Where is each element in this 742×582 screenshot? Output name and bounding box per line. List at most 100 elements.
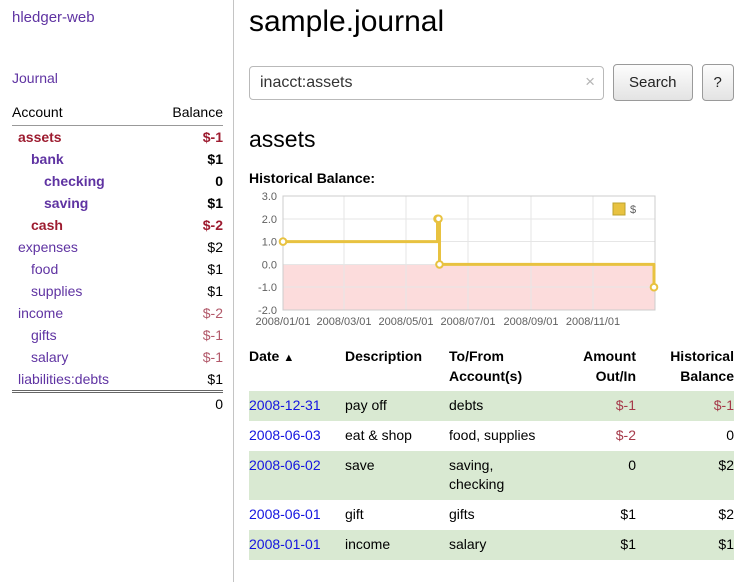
- column-header-amount[interactable]: Amount Out/In: [567, 345, 644, 391]
- accounts-table-body: assets$-1bank$1checking0saving$1cash$-2e…: [12, 126, 223, 392]
- transaction-date-cell: 2008-01-01: [249, 530, 345, 560]
- transactions-header-row: Date▲ Description To/From Account(s) Amo…: [249, 345, 734, 391]
- column-header-date-label: Date: [249, 348, 279, 364]
- accounts-total-spacer: [12, 392, 151, 416]
- account-balance: $1: [151, 148, 223, 170]
- historical-balance-chart: 3.02.01.00.0-1.0-2.02008/01/012008/03/01…: [249, 191, 661, 335]
- hledger-web-app: hledger-web Journal Account Balance asse…: [0, 0, 742, 582]
- account-link[interactable]: checking: [44, 173, 105, 189]
- transaction-date-cell: 2008-06-02: [249, 451, 345, 500]
- account-row: cash $-2: [12, 214, 223, 236]
- clear-search-icon[interactable]: ×: [585, 72, 595, 92]
- account-name-cell: assets: [12, 126, 151, 149]
- transaction-date-link[interactable]: 2008-12-31: [249, 397, 321, 413]
- account-balance: $1: [151, 258, 223, 280]
- account-balance: $-2: [151, 302, 223, 324]
- svg-text:3.0: 3.0: [262, 191, 277, 203]
- account-link[interactable]: gifts: [31, 327, 57, 343]
- account-link[interactable]: supplies: [31, 283, 82, 299]
- account-name-cell: cash: [12, 214, 151, 236]
- transaction-amount: $-2: [567, 421, 644, 451]
- app-title-link[interactable]: hledger-web: [12, 9, 223, 26]
- transaction-balance: $1: [644, 530, 734, 560]
- search-box: ×: [249, 66, 604, 100]
- accounts-header-row: Account Balance: [12, 101, 223, 126]
- account-name-cell: liabilities:debts: [12, 368, 151, 392]
- accounts-total-row: 0: [12, 392, 223, 416]
- account-name-cell: checking: [12, 170, 151, 192]
- column-header-accounts[interactable]: To/From Account(s): [449, 345, 567, 391]
- account-row: expenses $2: [12, 236, 223, 258]
- transaction-amount: $-1: [567, 391, 644, 421]
- transaction-row: 2008-06-01giftgifts$1$2: [249, 500, 734, 530]
- account-link[interactable]: bank: [31, 151, 64, 167]
- transaction-description: save: [345, 451, 449, 500]
- svg-text:2008/07/01: 2008/07/01: [440, 316, 495, 328]
- transaction-balance: $-1: [644, 391, 734, 421]
- transaction-description: pay off: [345, 391, 449, 421]
- svg-text:2.0: 2.0: [262, 214, 277, 226]
- sidebar: hledger-web Journal Account Balance asse…: [0, 0, 234, 582]
- account-name-cell: saving: [12, 192, 151, 214]
- transaction-row: 2008-12-31pay offdebts$-1$-1: [249, 391, 734, 421]
- account-balance: $-2: [151, 214, 223, 236]
- account-row: assets $-1: [12, 126, 223, 149]
- transaction-row: 2008-06-02savesaving, checking0$2: [249, 451, 734, 500]
- transaction-amount: 0: [567, 451, 644, 500]
- transactions-table-body: 2008-12-31pay offdebts$-1$-12008-06-03ea…: [249, 391, 734, 559]
- account-name-cell: income: [12, 302, 151, 324]
- svg-text:-1.0: -1.0: [258, 282, 277, 294]
- account-row: bank $1: [12, 148, 223, 170]
- transactions-table: Date▲ Description To/From Account(s) Amo…: [249, 345, 734, 560]
- sidebar-item-journal[interactable]: Journal: [12, 70, 223, 86]
- search-input[interactable]: [249, 66, 604, 100]
- transaction-balance: $2: [644, 500, 734, 530]
- transaction-description: income: [345, 530, 449, 560]
- account-row: income $-2: [12, 302, 223, 324]
- account-link[interactable]: liabilities:debts: [18, 371, 109, 387]
- column-header-date[interactable]: Date▲: [249, 345, 345, 391]
- transaction-accounts: food, supplies: [449, 421, 567, 451]
- transaction-amount: $1: [567, 500, 644, 530]
- account-row: saving $1: [12, 192, 223, 214]
- account-link[interactable]: salary: [31, 349, 68, 365]
- account-link[interactable]: income: [18, 305, 63, 321]
- column-header-balance[interactable]: Historical Balance: [644, 345, 734, 391]
- account-balance: $1: [151, 280, 223, 302]
- transaction-date-link[interactable]: 2008-01-01: [249, 536, 321, 552]
- transaction-date-link[interactable]: 2008-06-01: [249, 506, 321, 522]
- account-balance: $1: [151, 192, 223, 214]
- account-link[interactable]: food: [31, 261, 58, 277]
- account-balance: 0: [151, 170, 223, 192]
- account-balance: $-1: [151, 324, 223, 346]
- chart-title: Historical Balance:: [249, 170, 734, 186]
- account-balance: $2: [151, 236, 223, 258]
- transaction-date-link[interactable]: 2008-06-03: [249, 427, 321, 443]
- account-name-cell: salary: [12, 346, 151, 368]
- account-row: gifts $-1: [12, 324, 223, 346]
- svg-text:2008/01/01: 2008/01/01: [255, 316, 310, 328]
- account-balance: $1: [151, 368, 223, 392]
- account-link[interactable]: assets: [18, 129, 62, 145]
- account-heading: assets: [249, 126, 734, 153]
- transaction-description: eat & shop: [345, 421, 449, 451]
- account-link[interactable]: saving: [44, 195, 88, 211]
- transaction-description: gift: [345, 500, 449, 530]
- account-link[interactable]: cash: [31, 217, 63, 233]
- accounts-table: Account Balance assets $-1 bank $1 checking 0…: [12, 101, 223, 415]
- transaction-row: 2008-01-01incomesalary$1$1: [249, 530, 734, 560]
- search-button[interactable]: Search: [613, 64, 693, 101]
- help-button[interactable]: ?: [702, 64, 734, 101]
- account-link[interactable]: expenses: [18, 239, 78, 255]
- transaction-accounts: saving, checking: [449, 451, 567, 500]
- account-row: salary $-1: [12, 346, 223, 368]
- transaction-date-cell: 2008-06-03: [249, 421, 345, 451]
- transaction-amount: $1: [567, 530, 644, 560]
- account-balance: $-1: [151, 346, 223, 368]
- transaction-date-link[interactable]: 2008-06-02: [249, 457, 321, 473]
- svg-text:2008/05/01: 2008/05/01: [378, 316, 433, 328]
- transaction-accounts: salary: [449, 530, 567, 560]
- account-row: liabilities:debts $1: [12, 368, 223, 392]
- account-balance: $-1: [151, 126, 223, 149]
- column-header-description[interactable]: Description: [345, 345, 449, 391]
